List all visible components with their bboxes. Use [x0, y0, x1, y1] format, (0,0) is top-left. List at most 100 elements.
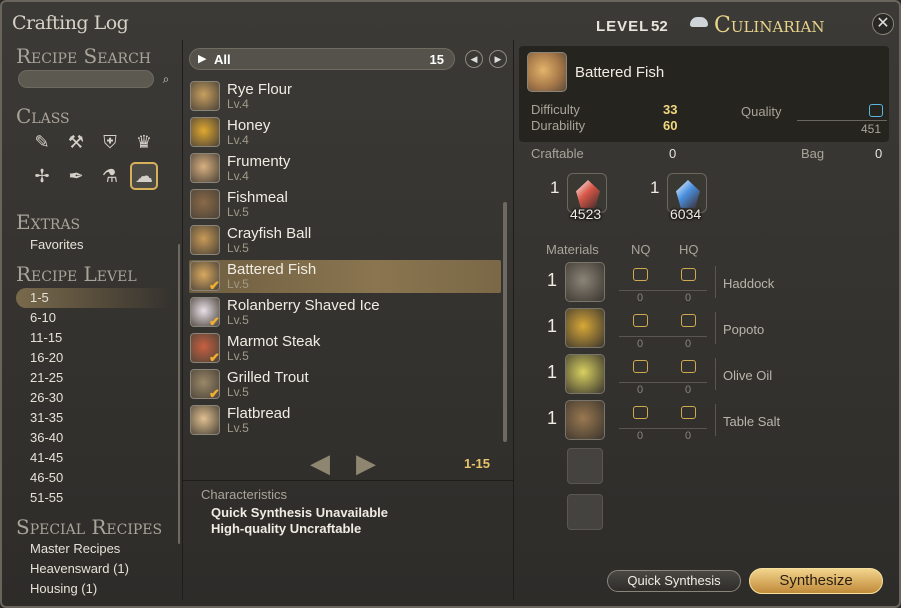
recipe-row[interactable]: Fishmeal Lv.5: [189, 188, 501, 221]
extras-heading: Extras: [16, 210, 81, 234]
material-separator: [715, 358, 716, 390]
material-divider: [619, 382, 707, 383]
checkmark-icon: ✔: [209, 278, 220, 293]
empty-material-slot: [567, 494, 603, 530]
special-recipe-item[interactable]: Housing (1): [30, 581, 97, 596]
recipe-row[interactable]: Crayfish Ball Lv.5: [189, 224, 501, 257]
class-heading: Class: [16, 104, 70, 128]
recipe-name: Rye Flour: [227, 81, 293, 98]
recipe-row[interactable]: Rye Flour Lv.4: [189, 80, 501, 113]
culinarian-icon[interactable]: ☁: [130, 162, 158, 190]
recipe-row[interactable]: ✔ Rolanberry Shaved Ice Lv.5: [189, 296, 501, 329]
recipe-item-icon: [190, 153, 220, 183]
material-name: Olive Oil: [723, 368, 773, 383]
material-quantity: 1: [547, 408, 558, 428]
armorer-icon[interactable]: ⛨: [96, 128, 124, 156]
checkmark-icon: ✔: [209, 314, 220, 329]
recipe-name: Crayfish Ball: [227, 225, 312, 242]
recipe-level-item[interactable]: 11-15: [30, 330, 62, 345]
left-scrollbar[interactable]: [178, 244, 180, 544]
recipe-row[interactable]: ✔ Marmot Steak Lv.5: [189, 332, 501, 365]
recipe-level: Lv.4: [227, 169, 249, 183]
hq-checkbox[interactable]: [681, 268, 696, 281]
nq-count: 0: [637, 292, 644, 304]
close-button[interactable]: ✕: [872, 13, 894, 35]
carpenter-icon[interactable]: ✎: [28, 128, 56, 156]
recipe-search-input[interactable]: [18, 70, 154, 88]
filter-label: All: [214, 52, 231, 67]
hq-label: HQ: [679, 242, 699, 257]
weaver-icon[interactable]: ✒: [62, 162, 90, 190]
recipe-level-item[interactable]: 16-20: [30, 350, 63, 365]
alchemist-icon[interactable]: ⚗: [96, 162, 124, 190]
recipe-row[interactable]: Honey Lv.4: [189, 116, 501, 149]
popoto-icon: [565, 308, 605, 348]
haddock-icon: [565, 262, 605, 302]
prev-category-button[interactable]: ◀: [465, 50, 483, 68]
nq-checkbox[interactable]: [633, 406, 648, 419]
recipe-row[interactable]: Frumenty Lv.4: [189, 152, 501, 185]
hq-count: 0: [685, 292, 692, 304]
quick-synthesis-button[interactable]: Quick Synthesis: [607, 570, 741, 592]
recipe-level-item[interactable]: 46-50: [30, 470, 63, 485]
checkmark-icon: ✔: [209, 386, 220, 401]
material-quantity: 1: [547, 362, 558, 382]
crystal-quantity: 1: [650, 178, 660, 197]
recipe-item-icon: [190, 117, 220, 147]
recipe-item-icon: [190, 225, 220, 255]
leatherworker-icon[interactable]: ✢: [28, 162, 56, 190]
recipe-level-item[interactable]: 31-35: [30, 410, 63, 425]
recipe-level-item[interactable]: 26-30: [30, 390, 63, 405]
nq-count: 0: [637, 338, 644, 350]
recipe-level-item[interactable]: 6-10: [30, 310, 56, 325]
level-label: LEVEL: [596, 18, 650, 35]
characteristic-line: High-quality Uncraftable: [211, 521, 362, 536]
material-name: Table Salt: [723, 414, 781, 429]
craftable-value: 0: [669, 146, 677, 161]
recipe-level: Lv.5: [227, 349, 249, 363]
hq-checkbox[interactable]: [681, 406, 696, 419]
recipe-name: Marmot Steak: [227, 333, 321, 350]
prev-page-arrow[interactable]: ◀: [310, 448, 330, 479]
materials-label: Materials: [546, 242, 599, 257]
nq-checkbox[interactable]: [633, 314, 648, 327]
table-salt-icon: [565, 400, 605, 440]
recipe-search-heading: Recipe Search: [16, 44, 152, 68]
recipe-row[interactable]: Flatbread Lv.5: [189, 404, 501, 437]
recipe-level: Lv.5: [227, 205, 249, 219]
special-recipe-item[interactable]: Heavensward (1): [30, 561, 129, 576]
recipe-level-item[interactable]: 1-5: [30, 290, 49, 305]
recipe-level-item[interactable]: 36-40: [30, 430, 63, 445]
nq-checkbox[interactable]: [633, 268, 648, 281]
material-divider: [619, 336, 707, 337]
recipe-level-item[interactable]: 41-45: [30, 450, 63, 465]
item-name: Battered Fish: [575, 64, 665, 81]
crystal-count: 6034: [670, 206, 702, 222]
hq-checkbox[interactable]: [681, 360, 696, 373]
window-title: Crafting Log: [12, 12, 129, 34]
nq-checkbox[interactable]: [633, 360, 648, 373]
recipe-level: Lv.5: [227, 313, 249, 327]
blacksmith-icon[interactable]: ⚒: [62, 128, 90, 156]
hq-count: 0: [685, 338, 692, 350]
crystal-quantity: 1: [550, 178, 560, 197]
recipe-row[interactable]: ✔ Grilled Trout Lv.5: [189, 368, 501, 401]
recipe-row[interactable]: ✔ Battered Fish Lv.5: [189, 260, 501, 293]
special-recipe-item[interactable]: Master Recipes: [30, 541, 120, 556]
hq-checkbox[interactable]: [681, 314, 696, 327]
checkmark-icon: ✔: [209, 350, 220, 365]
recipe-scrollbar[interactable]: [503, 202, 507, 442]
crystal-gem: [576, 180, 600, 208]
recipe-name: Grilled Trout: [227, 369, 309, 386]
crystal-count: 4523: [570, 206, 602, 222]
next-category-button[interactable]: ▶: [489, 50, 507, 68]
characteristics-title: Characteristics: [201, 487, 287, 502]
goldsmith-icon[interactable]: ♛: [130, 128, 158, 156]
favorites-link[interactable]: Favorites: [30, 237, 83, 252]
recipe-filter-dropdown[interactable]: ▶ All 15: [189, 48, 455, 70]
recipe-level-item[interactable]: 51-55: [30, 490, 63, 505]
recipe-level-item[interactable]: 21-25: [30, 370, 63, 385]
synthesize-button[interactable]: Synthesize: [749, 568, 883, 594]
search-icon[interactable]: ⌕: [158, 71, 174, 87]
next-page-arrow[interactable]: ▶: [356, 448, 376, 479]
